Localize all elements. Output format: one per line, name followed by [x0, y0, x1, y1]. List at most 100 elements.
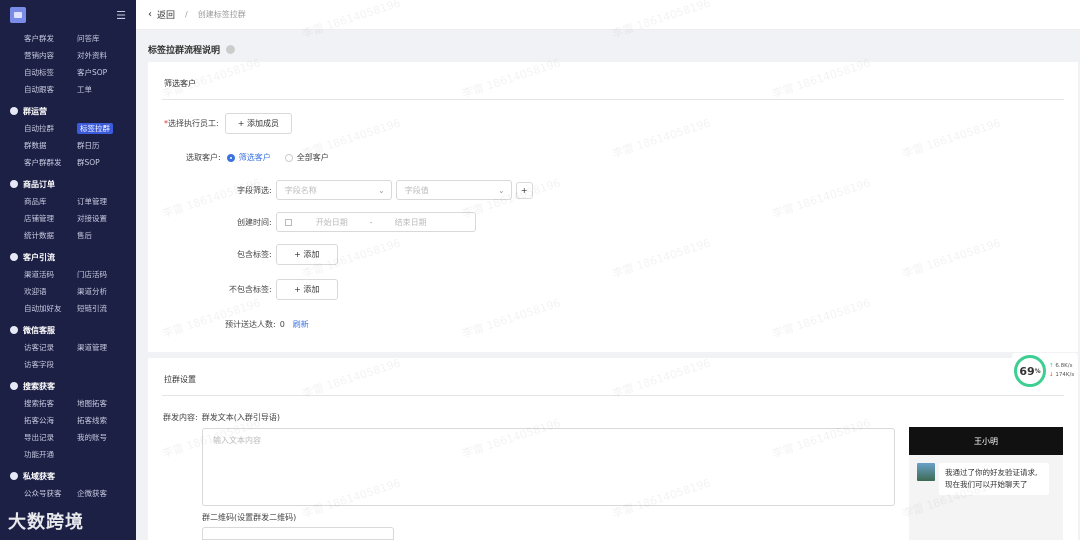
sidebar-group-heading[interactable]: 搜索获客	[0, 377, 136, 395]
avatar	[917, 463, 935, 481]
sidebar-item[interactable]: 短链引流	[77, 300, 132, 317]
sidebar-item[interactable]: 售后	[77, 227, 132, 244]
menu-collapse-icon[interactable]: ☰	[116, 9, 126, 22]
add-field-button[interactable]: +	[515, 181, 533, 199]
group-icon	[10, 107, 18, 115]
group-icon	[10, 253, 18, 261]
sidebar-item[interactable]: 渠道分析	[77, 283, 132, 300]
sidebar-group-heading[interactable]: 私域获客	[0, 467, 136, 485]
sidebar-item[interactable]: 渠道活码	[24, 266, 77, 283]
message-textarea[interactable]: 输入文本内容	[202, 428, 895, 506]
sidebar-item[interactable]: 公众号获客	[24, 485, 77, 502]
sidebar-item[interactable]: 访客字段	[24, 356, 77, 373]
sidebar-group-heading[interactable]: 微信客服	[0, 321, 136, 339]
sidebar-item[interactable]: 拓客公海	[24, 412, 77, 429]
upload-rate: ↑ 6.8K/s	[1049, 363, 1073, 369]
sidebar-item[interactable]: 群数据	[24, 137, 77, 154]
group-icon	[10, 382, 18, 390]
sidebar-item[interactable]: 导出记录	[24, 429, 77, 446]
sidebar-item[interactable]: 功能开通	[24, 446, 77, 463]
sidebar-item[interactable]: 标签拉群	[77, 120, 132, 137]
sidebar-group-heading[interactable]: 群运营	[0, 102, 136, 120]
sidebar-item[interactable]: 对接设置	[77, 210, 132, 227]
sidebar-group: 搜索获客 搜索拓客 地图拓客 拓客公海 拓客线索 导出记录 我的账号 功能开通	[0, 377, 136, 467]
radio-all-customers[interactable]: 全部客户	[284, 152, 329, 163]
sidebar-item[interactable]: 群SOP	[77, 154, 132, 171]
sidebar-item[interactable]: 客户群发	[24, 30, 77, 47]
sidebar-item[interactable]: 渠道管理	[77, 339, 132, 356]
field-value-select[interactable]: 字段值 ⌄	[395, 180, 512, 200]
sidebar-item[interactable]: 拓客线索	[77, 412, 132, 429]
sidebar: ☰ 客户群发 问答库 营销内容 对外资料 自动标签 客户SOP 自动跟客 工单 群运营 自动拉群标…	[0, 0, 136, 540]
field-name-select[interactable]: 字段名称 ⌄	[275, 180, 392, 200]
sidebar-item[interactable]: 访客记录	[24, 339, 77, 356]
group-icon	[10, 326, 18, 334]
help-icon[interactable]	[226, 44, 236, 54]
calendar-icon	[284, 218, 292, 226]
sidebar-item[interactable]: 对外资料	[77, 47, 132, 64]
chevron-left-icon: ‹	[148, 9, 152, 20]
message-preview: 王小明 我通过了你的好友验证请求,现在我们可以开始聊天了	[909, 427, 1063, 540]
back-button[interactable]: ‹ 返回	[148, 8, 175, 21]
radio-filter-customers[interactable]: 筛选客户	[226, 152, 271, 163]
download-rate: ↓ 174K/s	[1049, 372, 1075, 378]
add-member-button[interactable]: + 添加成员	[224, 113, 292, 134]
divider	[162, 395, 1064, 396]
include-tags-label: 包含标签:	[237, 250, 272, 259]
sidebar-item[interactable]: 订单管理	[77, 193, 132, 210]
sidebar-item[interactable]: 商品库	[24, 193, 77, 210]
sidebar-item[interactable]: 群日历	[77, 137, 132, 154]
exclude-tags-add-button[interactable]: + 添加	[275, 279, 338, 300]
preview-bubble: 我通过了你的好友验证请求,现在我们可以开始聊天了	[939, 463, 1049, 495]
created-time-label: 创建时间:	[237, 217, 272, 227]
date-range-picker[interactable]: 开始日期 - 结束日期	[275, 212, 476, 232]
page-title-text: 标签拉群流程说明	[148, 45, 221, 56]
sidebar-group-heading[interactable]: 客户引流	[0, 248, 136, 266]
sidebar-item[interactable]: 客户SOP	[77, 64, 132, 81]
sidebar-item[interactable]: 营销内容	[24, 47, 77, 64]
breadcrumb-separator: /	[185, 10, 188, 19]
sidebar-item[interactable]: 门店活码	[77, 266, 132, 283]
radio-dot-icon	[284, 153, 293, 162]
qr-upload-box[interactable]	[202, 527, 394, 540]
sidebar-item[interactable]: 企微获客	[77, 485, 132, 502]
preview-contact-name: 王小明	[909, 427, 1063, 455]
group-icon	[10, 472, 18, 480]
sidebar-group: 私域获客 公众号获客 企微获客	[0, 467, 136, 506]
sidebar-item[interactable]: 自动拉群	[24, 120, 77, 137]
back-label: 返回	[157, 11, 176, 21]
sidebar-item[interactable]: 店铺管理	[24, 210, 77, 227]
sidebar-item[interactable]: 搜索拓客	[24, 395, 77, 412]
sidebar-item[interactable]: 自动标签	[24, 64, 77, 81]
sidebar-group: 微信客服 访客记录 渠道管理 访客字段	[0, 321, 136, 377]
sidebar-group-heading[interactable]: 商品订单	[0, 175, 136, 193]
sidebar-item[interactable]: 欢迎语	[24, 283, 77, 300]
filter-customers-heading: 筛选客户	[164, 79, 196, 88]
chevron-down-icon: ⌄	[378, 185, 385, 195]
sidebar-group: 客户引流 渠道活码 门店活码 欢迎语 渠道分析 自动加好友 短链引流	[0, 248, 136, 321]
sidebar-group: 客户群发 问答库 营销内容 对外资料 自动标签 客户SOP 自动跟客 工单	[0, 30, 136, 102]
refresh-link[interactable]: 刷新	[293, 319, 309, 330]
top-bar: ‹ 返回 / 创建标签拉群	[136, 0, 1080, 30]
estimate-label: 预计送达人数:	[225, 320, 276, 329]
qr-label: 群二维码(设置群发二维码)	[202, 513, 297, 522]
sidebar-item[interactable]: 自动跟客	[24, 81, 77, 98]
include-tags-add-button[interactable]: + 添加	[275, 244, 338, 265]
select-customer-label: 选取客户:	[186, 153, 221, 162]
sidebar-item[interactable]: 地图拓客	[77, 395, 132, 412]
sidebar-item[interactable]: 统计数据	[24, 227, 77, 244]
sidebar-group: 群运营 自动拉群 标签拉群 群数据 群日历 客户群群发 群SOP	[0, 102, 136, 175]
sidebar-item[interactable]: 自动加好友	[24, 300, 77, 317]
sidebar-item[interactable]: 客户群群发	[24, 154, 77, 171]
group-icon	[10, 180, 18, 188]
group-settings-heading: 拉群设置	[164, 375, 196, 384]
exclude-tags-label: 不包含标签:	[229, 285, 272, 294]
sidebar-item[interactable]: 我的账号	[77, 429, 132, 446]
sidebar-item[interactable]: 问答库	[77, 30, 132, 47]
staff-label: *选择执行员工:	[164, 119, 219, 128]
app-logo	[10, 7, 26, 23]
brand-watermark: 大数跨境	[8, 512, 84, 533]
estimate-value: 0	[279, 320, 285, 329]
divider	[162, 99, 1064, 100]
sidebar-item[interactable]: 工单	[77, 81, 132, 98]
